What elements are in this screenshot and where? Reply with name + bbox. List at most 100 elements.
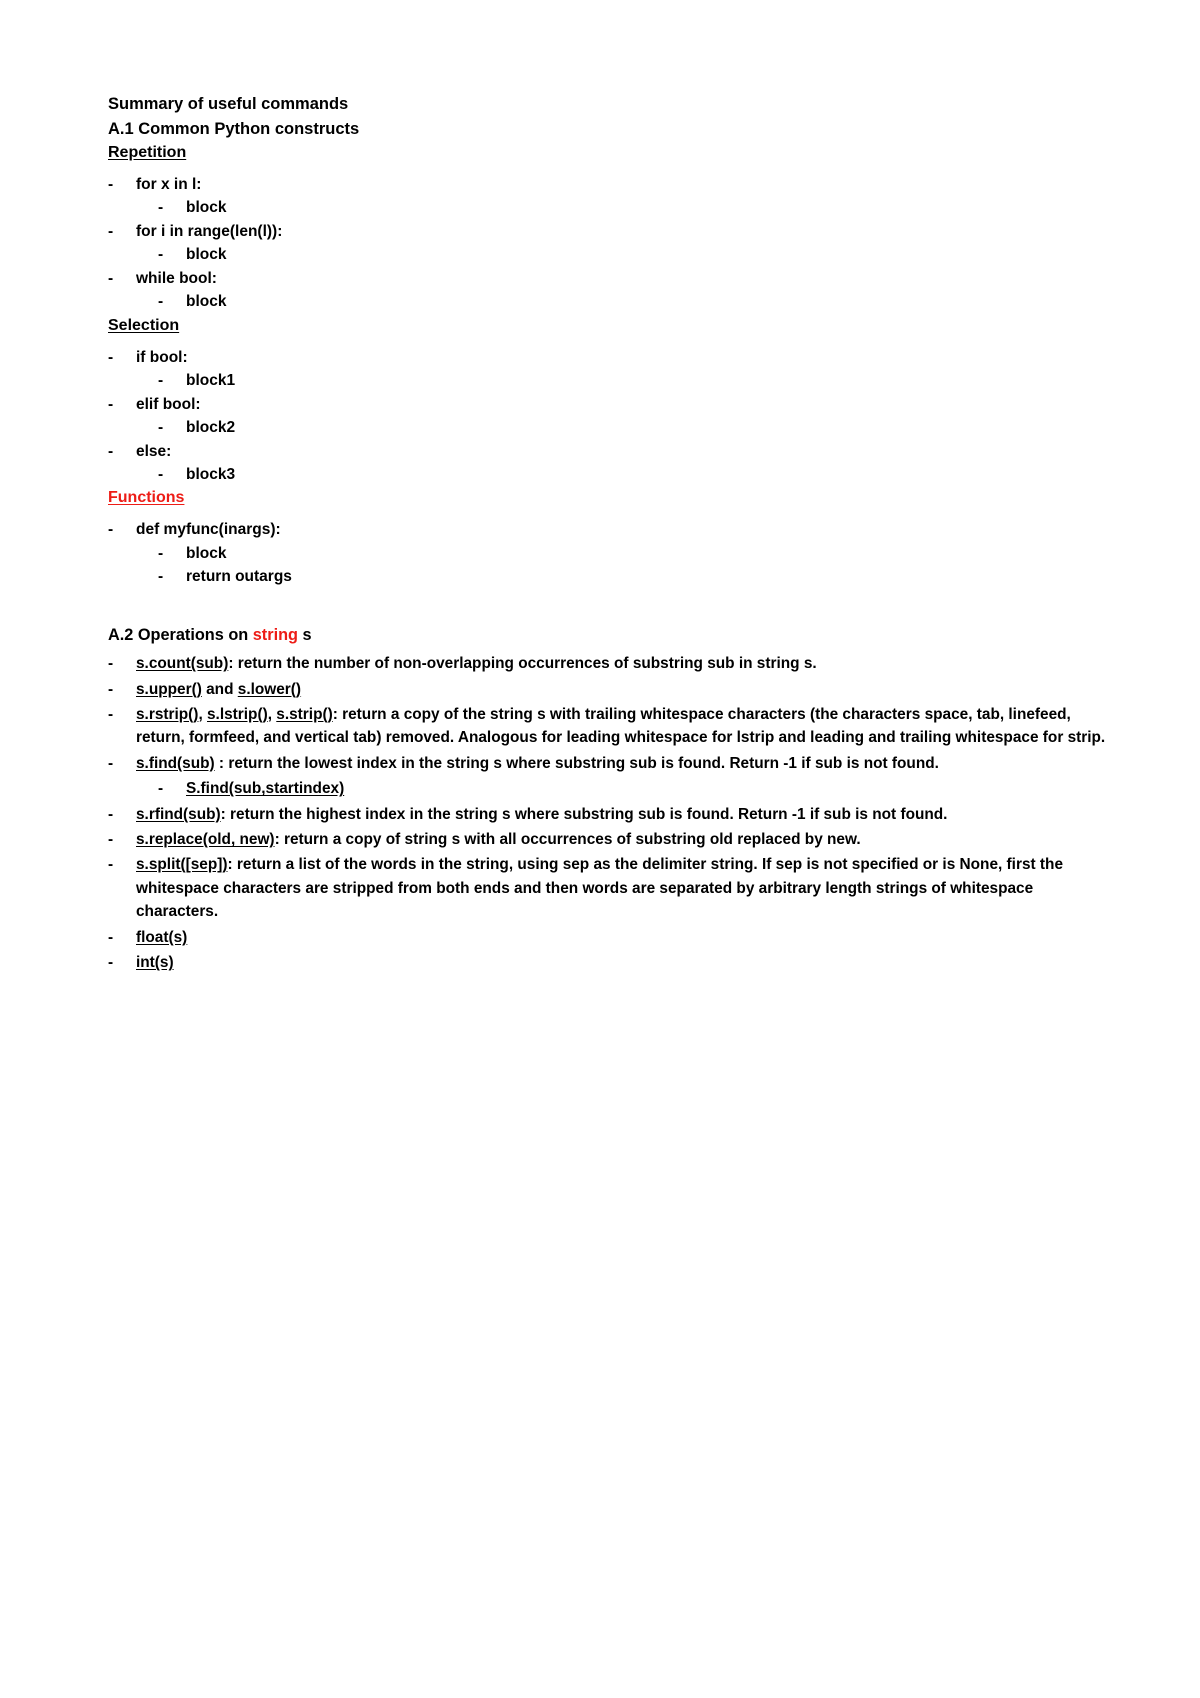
list-item: - def myfunc(inargs): <box>108 522 1108 538</box>
list-item-label: s.count(sub): return the number of non-o… <box>136 652 1108 675</box>
list-item-label: S.find(sub,startindex) <box>186 780 345 798</box>
list-item-label: s.rstrip(), s.lstrip(), s.strip(): retur… <box>136 703 1108 750</box>
bullet-dash: - <box>108 222 114 240</box>
list-item: - for i in range(len(l)): <box>108 222 1108 240</box>
list-item: - return outargs <box>108 569 1108 585</box>
bullet-dash: - <box>108 680 114 698</box>
list-item-label: int(s) <box>136 951 1108 974</box>
method-term-tertiary: s.strip() <box>276 705 333 723</box>
list-item: - block3 <box>108 467 1108 483</box>
method-term: s.rstrip() <box>136 705 199 723</box>
list-item: - block <box>108 294 1108 310</box>
list-item-label: s.find(sub) : return the lowest index in… <box>136 752 1108 775</box>
list-item-label: return outargs <box>186 568 292 586</box>
bullet-dash: - <box>158 419 164 437</box>
method-description: : return a copy of string s with all occ… <box>274 830 861 848</box>
bullet-dash: - <box>108 830 114 848</box>
list-item-label: block <box>186 293 227 311</box>
group-heading-repetition: Repetition <box>108 144 187 161</box>
list-item-label: else: <box>136 442 172 460</box>
list-item-label: def myfunc(inargs): <box>136 521 281 539</box>
list-item-label: block <box>186 199 227 217</box>
list-item-label: block <box>186 246 227 264</box>
list-item: - block2 <box>108 420 1108 436</box>
method-term: s.replace(old, new) <box>136 830 275 848</box>
list-item-label: for i in range(len(l)): <box>136 222 283 240</box>
method-conjunction: and <box>201 680 238 698</box>
list-item-label: s.split([sep]): return a list of the wor… <box>136 853 1108 923</box>
section-a2-heading: A.2 Operations on string s <box>108 627 1108 643</box>
list-item-label: s.rfind(sub): return the highest index i… <box>136 803 1108 826</box>
bullet-dash: - <box>158 465 164 483</box>
method-term: s.upper() <box>136 680 202 698</box>
method-term-secondary: s.lstrip() <box>207 705 268 723</box>
section-a2-heading-prefix: A.2 Operations on <box>108 625 253 644</box>
list-item-label: elif bool: <box>136 395 201 413</box>
list-item: - s.find(sub) : return the lowest index … <box>108 752 1108 775</box>
method-term: s.rfind(sub) <box>136 805 221 823</box>
group-heading-selection: Selection <box>108 316 180 334</box>
list-item: - float(s) <box>108 926 1108 949</box>
bullet-dash: - <box>158 372 164 390</box>
list-item: - int(s) <box>108 951 1108 974</box>
bullet-dash: - <box>158 246 164 264</box>
bullet-dash: - <box>108 856 114 874</box>
list-item-label: s.replace(old, new): return a copy of st… <box>136 828 1108 851</box>
list-item: - s.rstrip(), s.lstrip(), s.strip(): ret… <box>108 703 1108 750</box>
term-separator: , <box>267 705 277 723</box>
list-item: - elif bool: <box>108 395 1108 413</box>
list-item: - s.rfind(sub): return the highest index… <box>108 803 1108 826</box>
bullet-dash: - <box>158 780 164 798</box>
section-a1-heading: A.1 Common Python constructs <box>108 119 360 138</box>
list-item: - block <box>108 544 1108 562</box>
list-item: - S.find(sub,startindex) <box>108 777 1108 800</box>
bullet-dash: - <box>108 176 114 193</box>
method-description: : return the number of non-overlapping o… <box>228 655 817 673</box>
list-item-label: block <box>186 544 227 562</box>
bullet-dash: - <box>108 269 114 287</box>
list-item: - s.upper() and s.lower() <box>108 678 1108 701</box>
bullet-dash: - <box>108 655 114 673</box>
section-a2-heading-keyword: string <box>252 625 298 644</box>
list-item: - s.split([sep]): return a list of the w… <box>108 853 1108 923</box>
method-description: : return the lowest index in the string … <box>214 754 939 772</box>
method-description: : return the highest index in the string… <box>220 805 948 823</box>
document-page: Summary of useful commands A.1 Common Py… <box>0 0 1200 1698</box>
bullet-dash: - <box>108 953 114 971</box>
bullet-dash: - <box>108 754 114 772</box>
bullet-dash: - <box>108 395 114 413</box>
group-heading-functions-wrap: Functions <box>108 490 1108 514</box>
list-item-label: float(s) <box>136 926 1108 949</box>
bullet-dash: - <box>158 544 164 562</box>
list-item: - s.replace(old, new): return a copy of … <box>108 828 1108 851</box>
method-term: int(s) <box>136 953 174 971</box>
method-term: s.find(sub) <box>136 754 215 772</box>
bullet-dash: - <box>108 705 114 723</box>
bullet-dash: - <box>108 442 114 460</box>
list-item: - else: <box>108 442 1108 460</box>
list-item: - block <box>108 247 1108 263</box>
bullet-dash: - <box>158 568 164 586</box>
list-item-label: while bool: <box>136 269 217 287</box>
list-item: - block <box>108 200 1108 216</box>
list-item-label: for x in l: <box>136 176 202 193</box>
list-item: - s.count(sub): return the number of non… <box>108 652 1108 675</box>
document-title: Summary of useful commands <box>108 95 349 113</box>
method-term-secondary: s.lower() <box>237 680 302 698</box>
list-item-label: s.upper() and s.lower() <box>136 678 1108 701</box>
list-item-label: block3 <box>186 465 236 483</box>
bullet-dash: - <box>158 199 164 217</box>
list-item: - for x in l: <box>108 177 1108 193</box>
list-item-label: block1 <box>186 372 236 390</box>
section-a2-heading-suffix: s <box>297 625 312 644</box>
method-term: s.split([sep]) <box>136 856 228 874</box>
list-item-label: block2 <box>186 419 236 437</box>
list-item: - while bool: <box>108 269 1108 287</box>
method-term: s.count(sub) <box>136 655 229 673</box>
bullet-dash: - <box>108 521 114 539</box>
group-heading-functions: Functions <box>108 489 185 507</box>
document-body: Summary of useful commands A.1 Common Py… <box>108 96 1108 974</box>
bullet-dash: - <box>158 293 164 311</box>
term-separator: , <box>198 705 207 723</box>
